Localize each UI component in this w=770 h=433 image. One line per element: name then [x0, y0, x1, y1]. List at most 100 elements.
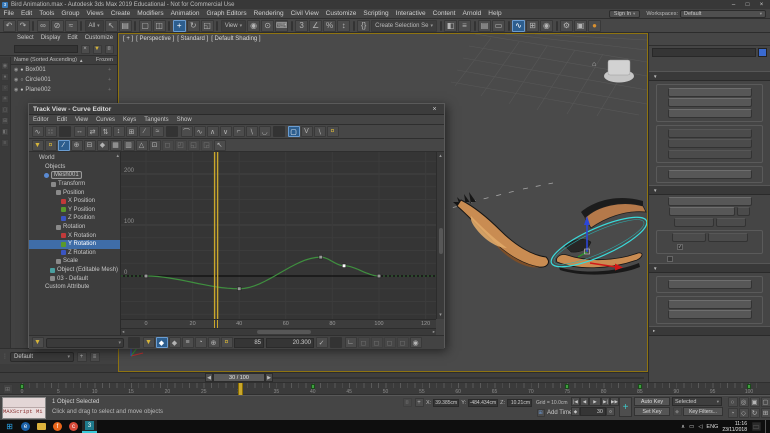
rollout-skin-pose[interactable]: ▸: [649, 325, 770, 336]
menu-item[interactable]: Edit: [17, 10, 35, 17]
undo-icon[interactable]: ↶: [2, 19, 16, 32]
curve-editor-menu-item[interactable]: Keys: [119, 117, 140, 123]
pin-working-pivot-checkbox[interactable]: [667, 256, 770, 262]
align-icon[interactable]: ≡: [458, 19, 471, 32]
time-slider-grip[interactable]: ◀ 30 / 100 ▶: [205, 373, 273, 382]
tree-item-x-rotation[interactable]: X Rotation: [29, 231, 120, 240]
tree-item-transform[interactable]: Transform: [29, 180, 120, 189]
rendered-frame-window-icon[interactable]: ▣: [574, 19, 587, 32]
menu-item[interactable]: Animation: [167, 10, 203, 17]
retimer-icon[interactable]: ▥: [122, 139, 135, 151]
scale-keys-icon[interactable]: ⇅: [99, 126, 112, 137]
add-key-small-icon[interactable]: ⊕: [207, 337, 220, 348]
align-to-view-checkbox[interactable]: ✓: [677, 244, 760, 250]
region-keys-tool-icon[interactable]: ▢: [287, 126, 300, 137]
key-time-field[interactable]: 85: [234, 337, 264, 348]
trackbar-keyframe[interactable]: [637, 384, 642, 389]
curve-editor-menu-item[interactable]: Editor: [29, 117, 53, 123]
tree-item-x-position[interactable]: X Position: [29, 197, 120, 206]
current-frame-field[interactable]: 30: [580, 407, 606, 416]
angle-snap-icon[interactable]: ∠: [309, 19, 323, 32]
zoom-all-icon[interactable]: ◎: [738, 397, 749, 407]
lock-keys-icon[interactable]: ¤: [44, 139, 57, 151]
pan-icon[interactable]: ◇: [738, 408, 749, 418]
show-keyable-icons-icon[interactable]: ▼: [31, 139, 44, 151]
add-keys-icon[interactable]: ⊞: [125, 126, 138, 137]
explorer-column-header[interactable]: Name (Sorted Ascending) ▲ Frozen: [0, 55, 117, 65]
scroll-right-icon[interactable]: ▸: [433, 329, 435, 335]
align-to-object-button[interactable]: [667, 139, 752, 148]
reduce-keys-icon[interactable]: △: [135, 139, 148, 151]
explorer-preset-dropdown[interactable]: Default: [10, 351, 74, 362]
window-crossing-icon[interactable]: ◫: [152, 19, 166, 32]
show-desktop-button[interactable]: [765, 420, 768, 433]
key-mode-toggle[interactable]: ◆: [571, 407, 580, 416]
notification-center-icon[interactable]: ▭: [751, 422, 761, 431]
explorer-menu-item[interactable]: Select: [14, 35, 37, 41]
explorer-menu-item[interactable]: Edit: [64, 35, 80, 41]
redo-icon[interactable]: ↷: [16, 19, 30, 32]
isolate-curve-icon[interactable]: ◻: [396, 337, 409, 348]
select-object-icon[interactable]: ↖: [104, 19, 118, 32]
frozen-toggle[interactable]: +: [108, 77, 117, 83]
keyboard-shortcut-override-icon[interactable]: ⌨: [275, 19, 289, 32]
zoom-extents-icon[interactable]: ▣: [749, 397, 760, 407]
curve-keyframe[interactable]: [237, 286, 242, 291]
zoom-value-extents-icon[interactable]: ◻: [370, 337, 383, 348]
explorer-display-materials-icon[interactable]: ◧: [1, 128, 9, 136]
explorer-menu-item[interactable]: Customize: [82, 35, 116, 41]
field-of-view-icon[interactable]: ◔: [727, 408, 738, 418]
taskbar-file-explorer-icon[interactable]: [34, 420, 49, 433]
rollout-adjust-transform[interactable]: ▼: [649, 263, 770, 273]
place-pivot-surface-button[interactable]: [707, 233, 748, 242]
previous-frame-button[interactable]: ◀: [580, 397, 589, 406]
pan-curves-icon[interactable]: ∟: [344, 337, 357, 348]
menu-item[interactable]: Graph Editors: [203, 10, 250, 17]
viewport-label-segment[interactable]: [ Standard ]: [177, 36, 208, 42]
selection-filter-dropdown[interactable]: All: [84, 19, 104, 32]
trackbar-keyframe[interactable]: [20, 384, 24, 389]
pan-hand-icon[interactable]: ◉: [409, 337, 422, 348]
tangents-linear-icon[interactable]: ∖: [245, 126, 258, 137]
curve-editor-menu-item[interactable]: Curves: [92, 117, 119, 123]
explorer-display-helpers-icon[interactable]: ⊞: [1, 117, 9, 125]
trackbar-keyframe[interactable]: [747, 384, 751, 389]
key-stats-icon[interactable]: ⊡: [148, 139, 161, 151]
track-set-dropdown[interactable]: ▾: [46, 337, 124, 348]
curve-keyframe[interactable]: [143, 273, 149, 279]
time-icon[interactable]: ◔: [194, 337, 207, 348]
scroll-down-icon[interactable]: ▾: [439, 311, 442, 319]
scrollbar-thumb[interactable]: [438, 228, 443, 254]
unlink-selection-icon[interactable]: ⊘: [50, 19, 64, 32]
move-key-icon[interactable]: ⊟: [83, 139, 96, 151]
auto-key-button[interactable]: Auto Key: [634, 397, 670, 406]
maximize-viewport-icon[interactable]: ⊞: [760, 408, 770, 418]
clock[interactable]: 11:16 23/11/2018: [722, 421, 747, 433]
draw-curves-icon[interactable]: ∕: [138, 126, 151, 137]
buffer-revert-icon[interactable]: ◲: [200, 139, 213, 151]
tree-item-custom-attribute[interactable]: Custom Attribute: [29, 283, 120, 292]
bind-to-space-warp-icon[interactable]: ≈: [64, 19, 78, 32]
viewport-label-segment[interactable]: [ Default Shading ]: [211, 36, 260, 42]
menu-item[interactable]: Customize: [322, 10, 360, 17]
menu-item[interactable]: Create: [107, 10, 134, 17]
zoom-region-icon[interactable]: ▢: [760, 397, 770, 407]
tree-item-objects[interactable]: Objects: [29, 163, 120, 172]
region-tool-icon[interactable]: ▦: [109, 139, 122, 151]
slide-keys-icon[interactable]: ⇄: [86, 126, 99, 137]
key-entry-toggle-icon[interactable]: ✓: [315, 337, 328, 348]
key-value-field[interactable]: 20.300: [266, 337, 314, 348]
scroll-up-icon[interactable]: ▴: [439, 152, 442, 160]
tray-expand-icon[interactable]: ∧: [681, 424, 685, 430]
draw-curve-icon[interactable]: ∕: [57, 139, 70, 151]
visibility-eye-icon[interactable]: ◉: [14, 87, 18, 93]
curve-editor-icon[interactable]: ∿: [512, 19, 525, 32]
tree-scroll-up-icon[interactable]: ▴: [116, 153, 119, 159]
snap-toggle-icon[interactable]: 3: [295, 19, 309, 32]
tree-item-y-position[interactable]: Y Position: [29, 206, 120, 215]
render-setup-icon[interactable]: ⚙: [560, 19, 573, 32]
close-button[interactable]: ×: [755, 2, 768, 8]
go-to-end-button[interactable]: ▶▶: [610, 397, 619, 406]
insert-key-icon[interactable]: ◆: [96, 139, 109, 151]
explorer-item-circle001[interactable]: ◉ ○ Circle001 +: [0, 75, 117, 85]
